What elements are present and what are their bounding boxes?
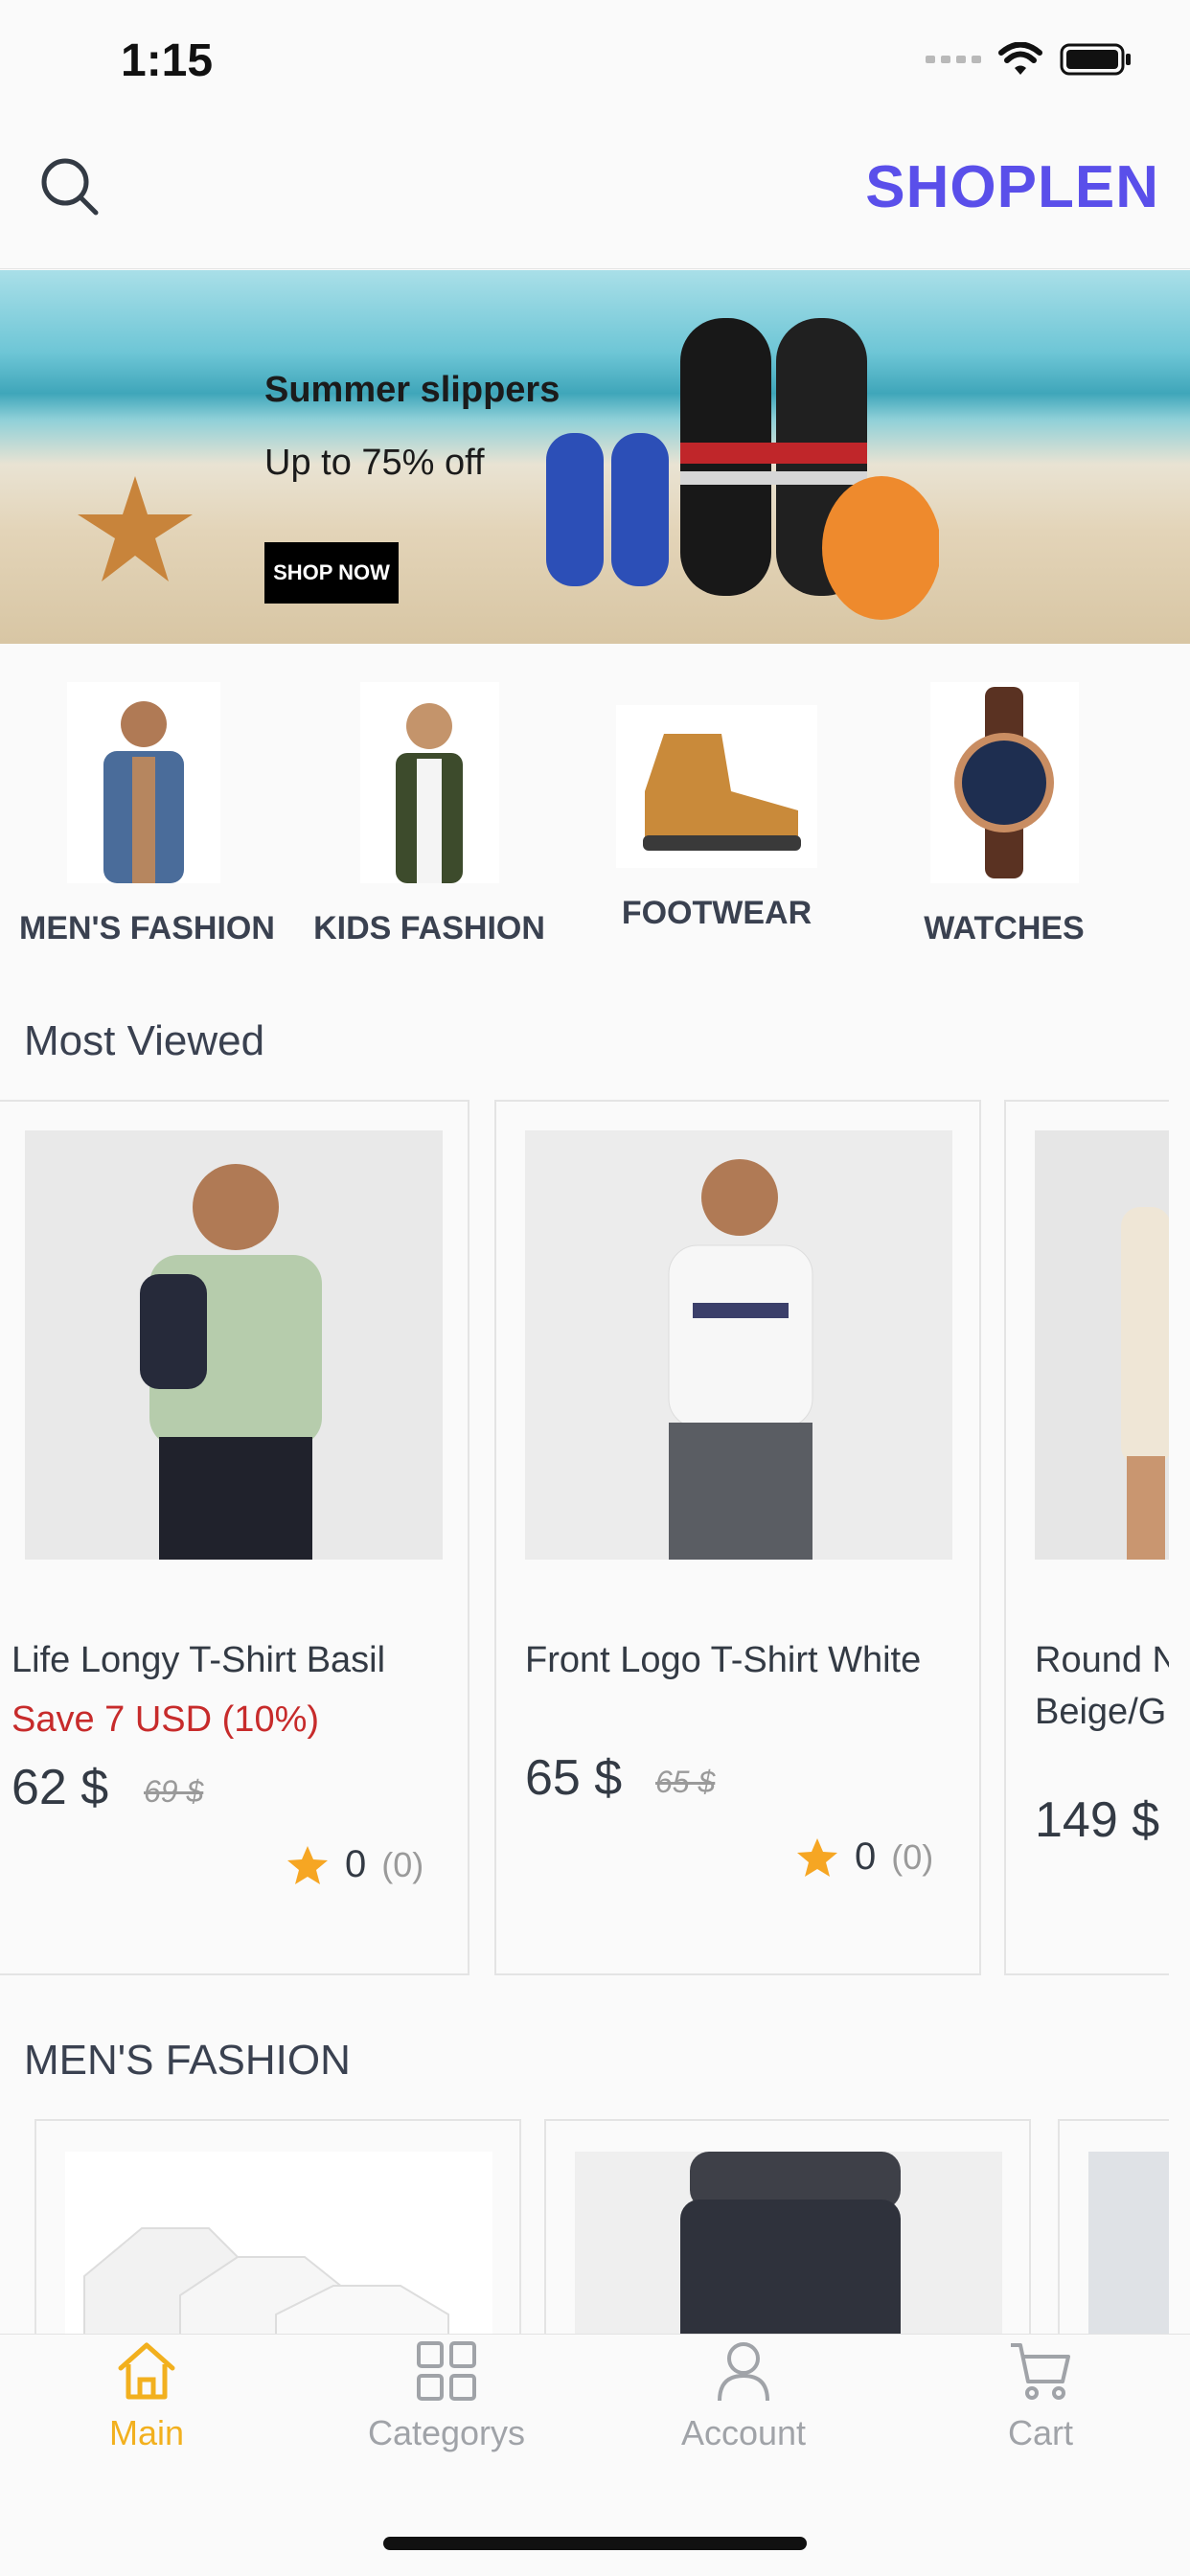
slippers-image — [546, 318, 939, 620]
footwear-thumbnail — [616, 705, 817, 868]
cart-icon — [1011, 2343, 1070, 2400]
app-header: SHOPLEN — [0, 125, 1190, 269]
product-card[interactable]: Life Longy T-Shirt Basil Save 7 USD (10%… — [0, 1100, 469, 1975]
product-rating: 0 (0) — [795, 1835, 933, 1879]
home-icon — [118, 2342, 175, 2400]
cellular-signal-icon — [926, 56, 981, 63]
product-card[interactable]: Front Logo T-Shirt White 65 $ 65 $ 0 (0) — [494, 1100, 981, 1975]
product-old-price: 69 $ — [144, 1774, 204, 1809]
shop-now-button[interactable]: SHOP NOW — [264, 542, 399, 604]
product-price: 65 $ — [525, 1750, 623, 1806]
wifi-icon — [998, 42, 1042, 75]
category-label: MEN'S FASHION — [19, 910, 275, 946]
product-name-line1: Round N — [1035, 1640, 1169, 1680]
category-mens-fashion[interactable]: MEN'S FASHION — [19, 682, 275, 947]
grid-icon — [417, 2341, 476, 2401]
rating-value: 0 — [855, 1835, 877, 1878]
tab-main[interactable]: Main — [41, 2337, 252, 2453]
category-label: WATCHES — [924, 910, 1085, 946]
watches-thumbnail — [929, 682, 1079, 883]
product-card[interactable] — [1058, 2119, 1169, 2368]
product-image — [525, 1130, 952, 1560]
product-price: 62 $ — [11, 1760, 109, 1815]
mens-fashion-thumbnail — [67, 682, 220, 883]
product-old-price: 65 $ — [655, 1765, 716, 1799]
product-card[interactable]: Round N Beige/G 149 $ — [1004, 1100, 1169, 1975]
tab-label: Cart — [1007, 2413, 1073, 2452]
category-watches[interactable]: WATCHES — [880, 682, 1129, 947]
tab-account[interactable]: Account — [638, 2337, 849, 2453]
category-label: FOOTWEAR — [621, 895, 812, 931]
promo-banner[interactable]: Summer slippers Up to 75% off SHOP NOW — [0, 270, 1190, 644]
tab-categorys[interactable]: Categorys — [341, 2337, 552, 2453]
product-discount: Save 7 USD (10%) — [11, 1699, 320, 1740]
product-name-line2: Beige/G — [1035, 1692, 1167, 1732]
product-price: 149 $ — [1035, 1792, 1160, 1848]
banner-subtitle: Up to 75% off — [264, 443, 485, 483]
category-label: KIDS FASHION — [313, 910, 545, 946]
product-name: Front Logo T-Shirt White — [525, 1640, 922, 1680]
tab-label: Categorys — [367, 2413, 526, 2452]
tab-label: Account — [680, 2413, 807, 2452]
star-icon — [287, 1845, 328, 1884]
status-icons — [926, 42, 1133, 77]
rating-count: (0) — [381, 1844, 424, 1884]
most-viewed-title: Most Viewed — [24, 1017, 265, 1064]
product-name: Life Longy T-Shirt Basil — [11, 1640, 386, 1680]
rating-value: 0 — [345, 1843, 367, 1885]
mens-fashion-title: MEN'S FASHION — [24, 2037, 351, 2084]
home-indicator[interactable] — [383, 2537, 807, 2550]
product-card[interactable] — [34, 2119, 521, 2368]
user-icon — [718, 2342, 769, 2402]
search-button[interactable] — [36, 153, 103, 220]
star-icon — [797, 1837, 837, 1877]
tab-cart[interactable]: Cart — [935, 2337, 1146, 2453]
rating-count: (0) — [891, 1836, 934, 1877]
product-image — [1035, 1130, 1169, 1560]
starfish-image — [78, 476, 193, 581]
brand-logo: SHOPLEN — [865, 154, 1159, 220]
category-kids-fashion[interactable]: KIDS FASHION — [305, 682, 554, 947]
status-time: 1:15 — [121, 35, 214, 86]
battery-icon — [1060, 43, 1131, 76]
product-rating: 0 (0) — [286, 1843, 423, 1886]
kids-fashion-thumbnail — [359, 682, 499, 883]
banner-title: Summer slippers — [264, 370, 561, 410]
tab-label: Main — [108, 2413, 185, 2452]
search-icon — [41, 158, 99, 216]
product-image — [25, 1130, 443, 1560]
category-footwear[interactable]: FOOTWEAR — [592, 682, 841, 932]
product-card[interactable] — [544, 2119, 1031, 2368]
